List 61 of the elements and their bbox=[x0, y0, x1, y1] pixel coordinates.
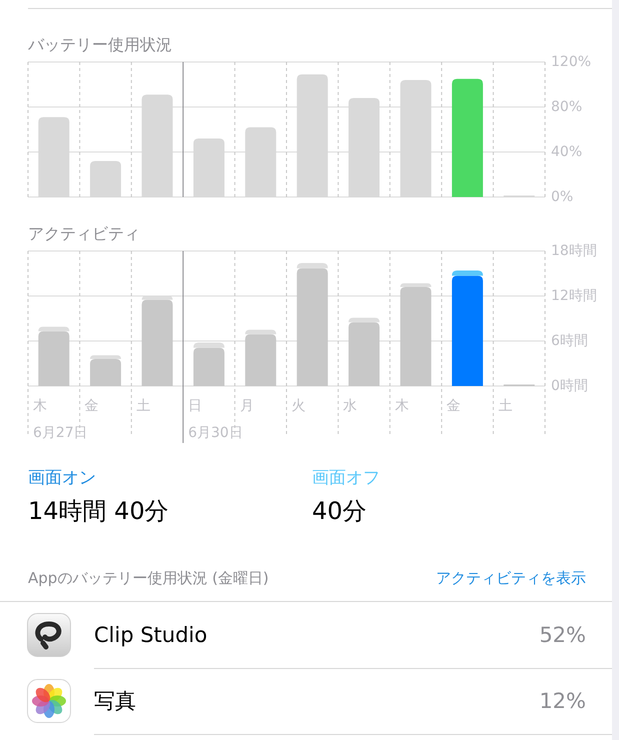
axis-label: 120% bbox=[551, 54, 592, 70]
screen-off-bar[interactable] bbox=[296, 263, 328, 268]
screen-on-bar[interactable] bbox=[142, 300, 173, 386]
screen-on-bar[interactable] bbox=[348, 322, 380, 386]
summary-value: 14時間 40分 bbox=[28, 496, 170, 527]
axis-label: 40% bbox=[551, 144, 582, 160]
app-icon bbox=[27, 679, 71, 723]
screen-off-bar[interactable] bbox=[400, 283, 432, 287]
chart-title: アクティビティ bbox=[28, 224, 141, 244]
screen-off-bar[interactable] bbox=[90, 355, 122, 359]
weekday-label: 月 bbox=[240, 398, 254, 414]
battery-bar[interactable] bbox=[90, 161, 122, 197]
weekday-label: 木 bbox=[33, 398, 47, 414]
app-icon bbox=[27, 613, 71, 657]
date-label: 6月27日 bbox=[33, 424, 88, 441]
date-label: 6月30日 bbox=[188, 424, 243, 441]
weekday-label: 木 bbox=[394, 398, 409, 414]
screen-off-bar[interactable] bbox=[452, 270, 483, 276]
screen-on-bar[interactable] bbox=[245, 334, 276, 386]
screen-on-bar[interactable] bbox=[452, 276, 483, 386]
screen-on-bar[interactable] bbox=[400, 287, 432, 386]
weekday-label: 日 bbox=[188, 398, 202, 414]
screen-off-bar[interactable] bbox=[142, 296, 173, 300]
weekday-label: 金 bbox=[446, 398, 461, 414]
battery-bar[interactable] bbox=[38, 117, 70, 197]
battery-bar[interactable] bbox=[245, 127, 276, 197]
screen-on-bar[interactable] bbox=[296, 268, 328, 386]
axis-label: 18時間 bbox=[551, 242, 597, 259]
weekday-label: 水 bbox=[343, 398, 358, 414]
weekday-label: 金 bbox=[84, 398, 99, 414]
chart-title: バッテリー使用状況 bbox=[28, 35, 173, 55]
battery-bar[interactable] bbox=[400, 80, 432, 197]
battery-bar[interactable] bbox=[348, 98, 380, 197]
battery-bar[interactable] bbox=[296, 74, 328, 197]
weekday-label: 火 bbox=[292, 398, 306, 414]
screen-on-bar[interactable] bbox=[38, 331, 70, 386]
app-name: 写真 bbox=[94, 688, 136, 714]
axis-label: 0時間 bbox=[551, 378, 588, 394]
axis-label: 12時間 bbox=[551, 288, 597, 304]
weekday-label: 土 bbox=[498, 398, 512, 414]
summary-label: 画面オン bbox=[28, 467, 97, 489]
battery-bar[interactable] bbox=[452, 78, 483, 197]
battery-bar[interactable] bbox=[193, 138, 224, 197]
app-name: Clip Studio bbox=[94, 622, 208, 646]
section-title: Appのバッテリー使用状況 (金曜日) bbox=[28, 568, 269, 588]
screen-on-bar[interactable] bbox=[90, 359, 122, 386]
battery-bar[interactable] bbox=[142, 94, 173, 197]
screen-off-bar[interactable] bbox=[38, 326, 70, 332]
summary-value: 40分 bbox=[312, 496, 368, 527]
axis-label: 80% bbox=[551, 98, 582, 115]
weekday-label: 土 bbox=[136, 398, 150, 414]
screen-off-bar[interactable] bbox=[193, 342, 224, 348]
app-percentage: 52% bbox=[539, 622, 586, 646]
screen-off-bar[interactable] bbox=[245, 330, 276, 334]
show-activity-link[interactable]: アクティビティを表示 bbox=[436, 568, 586, 588]
app-percentage: 12% bbox=[539, 688, 586, 712]
summary-label: 画面オフ bbox=[312, 467, 381, 489]
axis-label: 6時間 bbox=[551, 332, 588, 349]
screen-on-bar[interactable] bbox=[193, 348, 224, 386]
screen-off-bar[interactable] bbox=[348, 318, 380, 322]
axis-label: 0% bbox=[551, 188, 574, 205]
